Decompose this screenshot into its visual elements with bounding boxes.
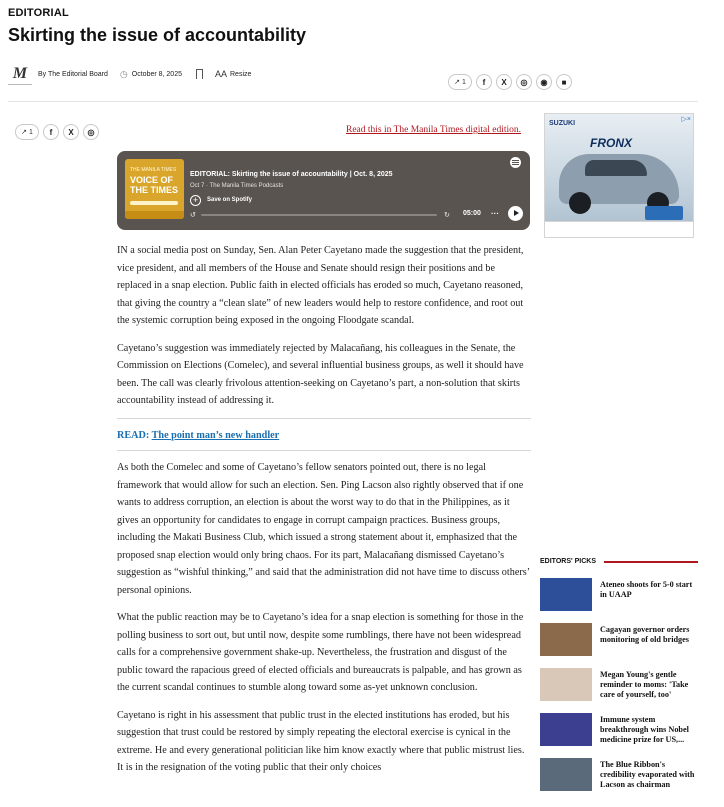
resize-button[interactable]: Resize (230, 71, 251, 78)
pick-title[interactable]: The Blue Ribbon's credibility evaporated… (600, 758, 700, 790)
pick-thumbnail[interactable] (540, 578, 592, 611)
share-count: 1 (461, 78, 466, 86)
progress-bar[interactable] (201, 214, 437, 216)
bookmark-icon[interactable] (195, 69, 203, 79)
header-divider (8, 101, 698, 102)
related-read: READ: The point man’s new handler (117, 417, 531, 451)
ad-model: FRONX (590, 136, 632, 150)
related-article-link[interactable]: The point man’s new handler (152, 430, 280, 441)
pick-thumbnail[interactable] (540, 668, 592, 701)
heading-rule (604, 561, 698, 563)
article-body: IN a social media post on Sunday, Sen. A… (117, 242, 531, 787)
forward-icon[interactable]: ↻ (444, 211, 450, 219)
article-paragraph: IN a social media post on Sunday, Sen. A… (117, 245, 524, 326)
article-headline: Skirting the issue of accountability (8, 25, 307, 45)
digital-edition-link[interactable]: Read this in The Manila Times digital ed… (346, 125, 521, 135)
pick-title[interactable]: Cagayan governor orders monitoring of ol… (600, 623, 700, 645)
podcast-cover[interactable]: THE MANILA TIMES VOICE OF THE TIMES (125, 159, 184, 219)
more-options-button[interactable]: ··· (491, 209, 499, 218)
pick-item[interactable]: Immune system breakthrough wins Nobel me… (540, 713, 700, 758)
pick-item[interactable]: Ateneo shoots for 5-0 start in UAAP (540, 578, 700, 623)
facebook-icon[interactable]: f (43, 124, 59, 140)
instagram-icon[interactable]: ◉ (536, 74, 552, 90)
editors-picks-heading: EDITORS' PICKS (540, 558, 698, 565)
adchoices-icon[interactable]: ▷× (682, 115, 691, 123)
resize-icon[interactable]: AA (215, 69, 227, 79)
whatsapp-icon[interactable]: ◎ (83, 124, 99, 140)
ad-footer (545, 221, 693, 237)
play-button[interactable] (508, 206, 523, 221)
article-paragraph: Cayetano’s suggestion was immediately re… (117, 342, 524, 407)
message-icon[interactable]: ■ (556, 74, 572, 90)
pick-item[interactable]: Megan Young's gentle reminder to moms: '… (540, 668, 700, 713)
ad-placeholder (544, 250, 694, 540)
pick-item[interactable]: Cagayan governor orders monitoring of ol… (540, 623, 700, 668)
cover-kicker: THE MANILA TIMES (130, 167, 177, 173)
publish-date: October 8, 2025 (131, 70, 182, 78)
article-paragraph: As both the Comelec and some of Cayetano… (117, 462, 530, 596)
episode-title[interactable]: EDITORIAL: Skirting the issue of account… (190, 171, 393, 178)
x-icon[interactable]: X (496, 74, 512, 90)
clock-icon: ◷ (119, 68, 128, 79)
share-count-button[interactable]: ↗ 1 (448, 74, 472, 90)
share-count: 1 (28, 128, 33, 136)
pick-thumbnail[interactable] (540, 713, 592, 746)
podcast-player: THE MANILA TIMES VOICE OF THE TIMES EDIT… (117, 151, 530, 230)
advertisement-banner[interactable]: SUZUKI ▷× FRONX (544, 113, 694, 238)
facebook-icon[interactable]: f (476, 74, 492, 90)
editors-picks-list: Ateneo shoots for 5-0 start in UAAP Cagay… (540, 578, 700, 803)
pick-title[interactable]: Megan Young's gentle reminder to moms: '… (600, 668, 700, 700)
read-label: READ: (117, 429, 150, 441)
share-bar-left: ↗ 1 f X ◎ (15, 124, 99, 140)
pick-thumbnail[interactable] (540, 623, 592, 656)
pick-title[interactable]: Immune system breakthrough wins Nobel me… (600, 713, 700, 745)
pick-thumbnail[interactable] (540, 758, 592, 791)
rewind-icon[interactable]: ↺ (190, 211, 196, 219)
share-bar-top: ↗ 1 f X ◎ ◉ ■ (448, 74, 572, 90)
x-icon[interactable]: X (63, 124, 79, 140)
publication-logo: M (8, 63, 32, 85)
save-on-spotify-button[interactable]: Save on Spotify (207, 197, 252, 203)
section-label[interactable]: EDITORIAL (8, 7, 69, 19)
article-meta: M By The Editorial Board ◷ October 8, 20… (8, 62, 251, 86)
episode-subtitle: Oct 7 · The Manila Times Podcasts (190, 183, 284, 189)
ad-badge (645, 206, 683, 220)
byline[interactable]: By The Editorial Board (38, 71, 108, 78)
pick-item[interactable]: The Blue Ribbon's credibility evaporated… (540, 758, 700, 803)
article-paragraph: Cayetano is right in his assessment that… (117, 709, 525, 774)
episode-duration: 05:00 (463, 210, 481, 217)
whatsapp-icon[interactable]: ◎ (516, 74, 532, 90)
spotify-icon[interactable] (510, 157, 521, 168)
share-count-button[interactable]: ↗ 1 (15, 124, 39, 140)
cover-title: VOICE OF THE TIMES (130, 175, 179, 195)
add-icon[interactable]: + (190, 195, 201, 206)
article-paragraph: What the public reaction may be to Cayet… (117, 612, 524, 693)
editors-picks-title: EDITORS' PICKS (540, 558, 596, 565)
ad-brand: SUZUKI (549, 120, 576, 127)
pick-title[interactable]: Ateneo shoots for 5-0 start in UAAP (600, 578, 700, 600)
